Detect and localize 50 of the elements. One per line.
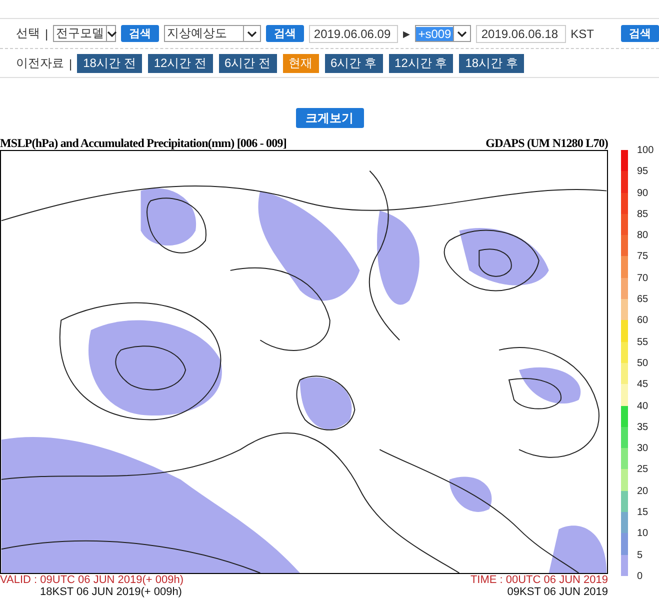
scale-label: 35: [637, 422, 650, 435]
arrow-icon: ▶: [403, 28, 410, 38]
date-field[interactable]: 2019.06.06.18: [476, 24, 566, 42]
scale-label: 80: [637, 231, 650, 244]
chart-title: MSLP(hPa) and Accumulated Precipitation(mm) [006 - 009]: [0, 136, 286, 150]
init-time-utc: TIME : 00UTC 06 JUN 2019: [470, 574, 608, 586]
scale-label: 25: [637, 465, 650, 478]
model-label: GDAPS (UM N1280 L70): [486, 136, 608, 150]
separator: |: [69, 56, 72, 70]
caret-icon: [457, 30, 468, 36]
row-label: 이전자료: [16, 55, 64, 72]
caret-icon: [107, 30, 118, 36]
separator: |: [45, 26, 48, 40]
time-button[interactable]: 18시간 후: [459, 54, 524, 73]
init-time-kst: 09KST 06 JUN 2019: [507, 586, 608, 598]
scale-label: 50: [637, 358, 650, 371]
timezone-label: KST: [570, 26, 594, 40]
valid-time-kst: 18KST 06 JUN 2019(+ 009h): [40, 586, 182, 598]
dropdown[interactable]: 지상예상도: [164, 25, 261, 42]
scale-label: 70: [637, 274, 650, 286]
time-button[interactable]: 12시간 전: [148, 54, 212, 73]
scale-label: 20: [637, 486, 650, 499]
scale-label: 0: [637, 572, 644, 584]
search-button[interactable]: 검색: [621, 25, 659, 42]
search-button[interactable]: 검색: [266, 25, 304, 42]
time-button[interactable]: 6시간 후: [324, 54, 383, 73]
scale-label: 95: [637, 167, 650, 180]
scale-label: 100: [637, 146, 654, 158]
scale-label: 75: [637, 252, 650, 264]
time-button[interactable]: 12시간 후: [388, 54, 454, 73]
scale-label: 5: [637, 550, 644, 563]
scale-label: 85: [637, 210, 650, 222]
scale-label: 40: [637, 402, 650, 414]
scale-label: 45: [637, 380, 650, 392]
scale-label: 15: [637, 508, 650, 520]
row-label: 선택: [16, 25, 40, 42]
dropdown[interactable]: 전구모델: [53, 25, 116, 42]
scale-label: 60: [637, 316, 650, 328]
scale-label: 30: [637, 444, 650, 456]
caret-icon: [246, 30, 257, 36]
time-button[interactable]: 6시간 전: [218, 54, 277, 73]
date-field[interactable]: 2019.06.06.09: [308, 24, 398, 42]
time-button[interactable]: 18시간 전: [77, 54, 142, 73]
enlarge-button[interactable]: 크게보기: [296, 108, 364, 128]
scale-label: 10: [637, 529, 650, 542]
scale-label: 90: [637, 188, 650, 201]
scale-label: 65: [637, 295, 650, 308]
scale-label: 55: [637, 338, 650, 350]
valid-time-utc: VALID : 09UTC 06 JUN 2019(+ 009h): [0, 574, 184, 586]
search-button[interactable]: 검색: [121, 25, 160, 42]
